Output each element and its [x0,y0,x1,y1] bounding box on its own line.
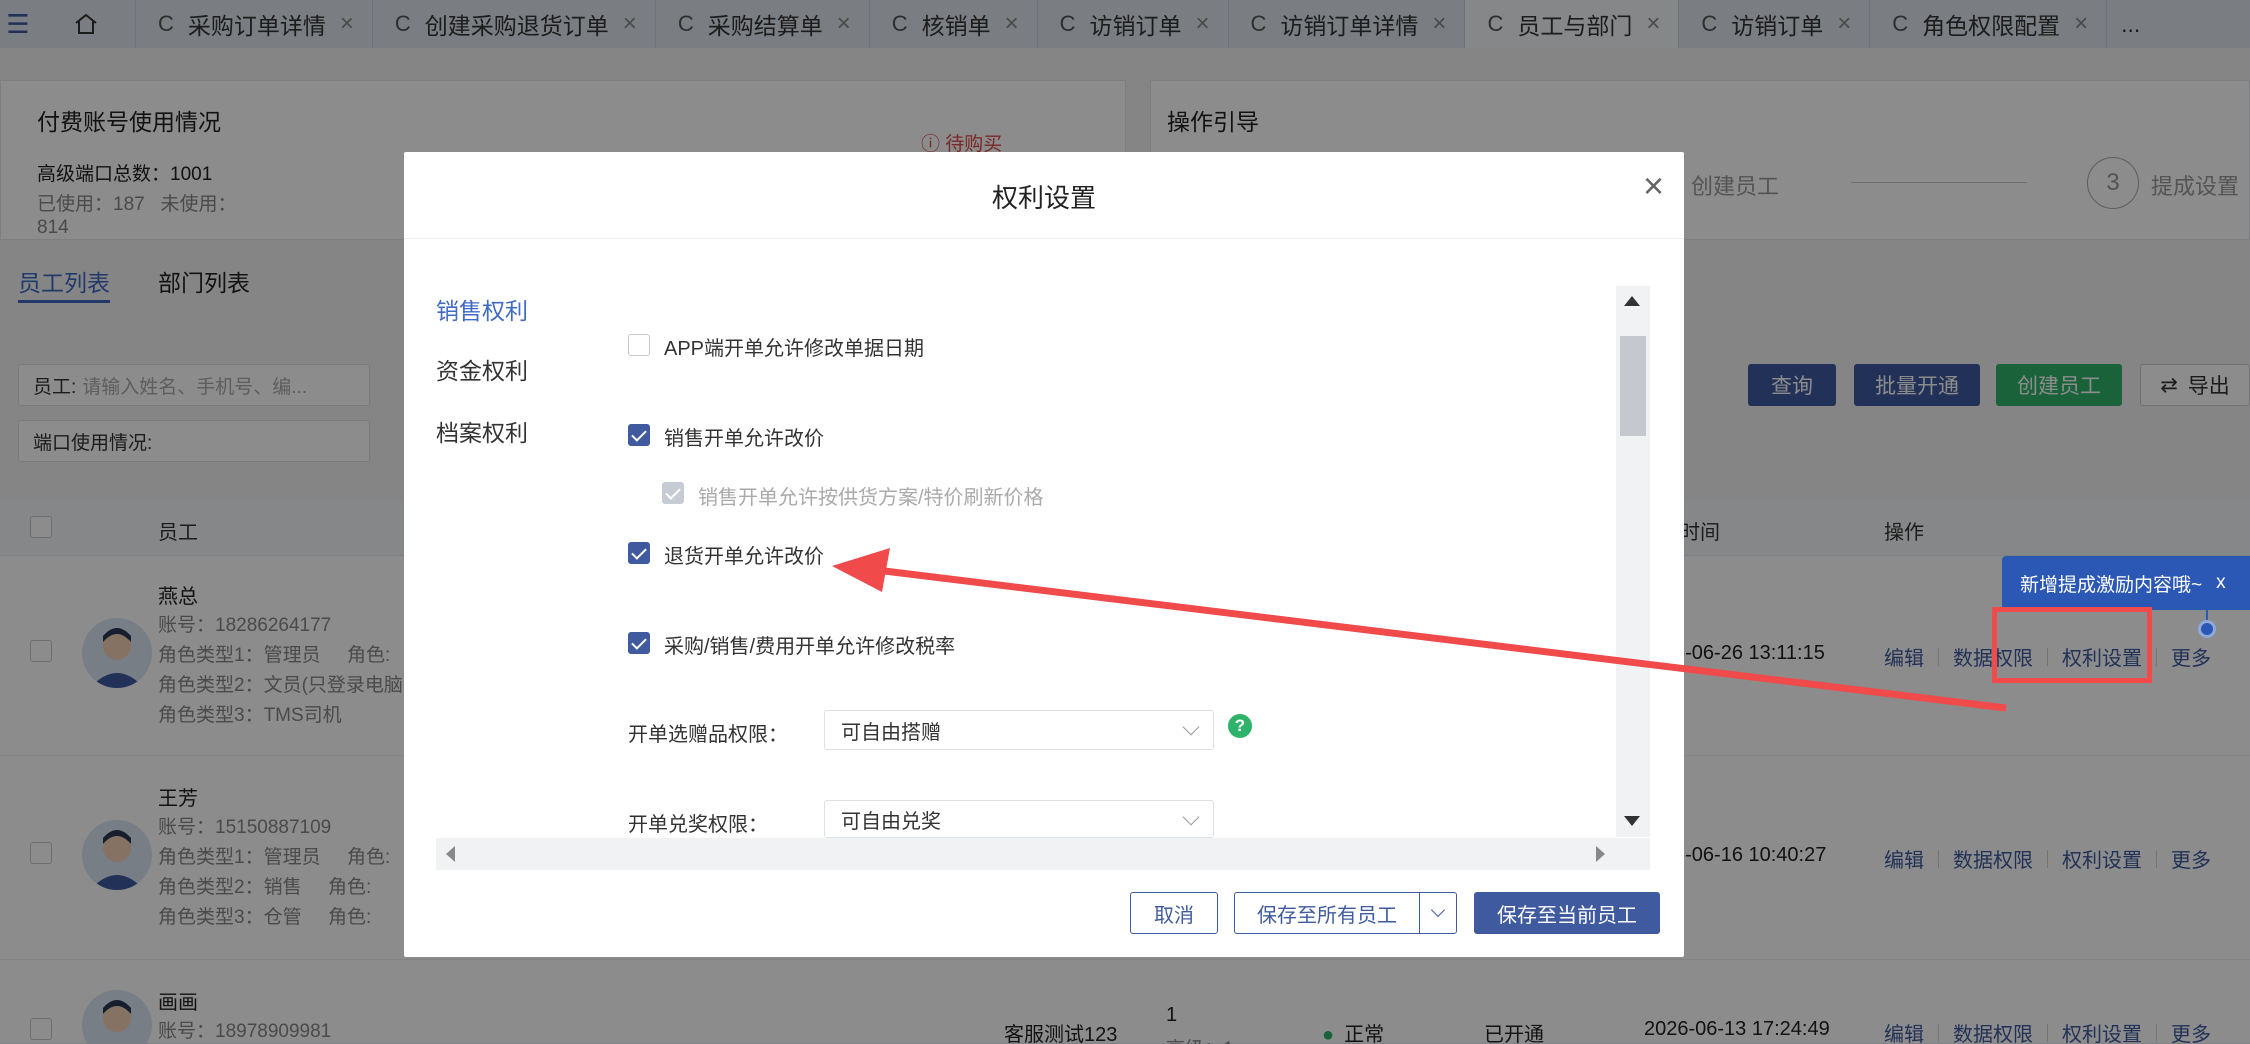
annotation-arrow [832,548,2007,712]
